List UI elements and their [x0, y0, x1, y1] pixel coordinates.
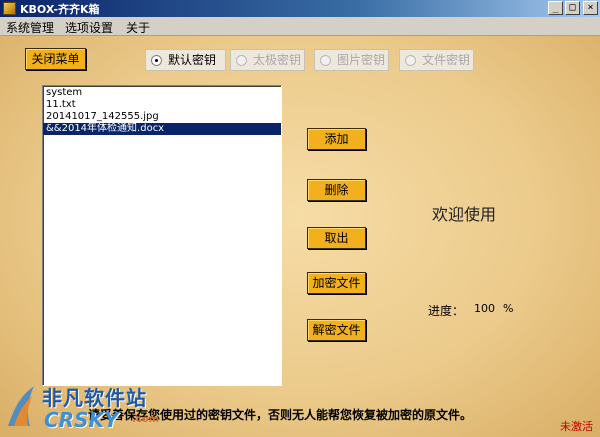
- site-watermark: 非凡软件站 CRSKY .com: [4, 380, 169, 435]
- radio-label: 文件密钥: [422, 53, 471, 67]
- minimize-button[interactable]: _: [548, 1, 563, 15]
- window-title: KBOX-齐齐K箱: [20, 3, 100, 16]
- delete-button[interactable]: 删除: [307, 179, 366, 201]
- encrypt-file-button[interactable]: 加密文件: [307, 272, 366, 294]
- progress-unit: %: [503, 302, 514, 315]
- radio-taiji-key[interactable]: 太极密钥: [230, 49, 305, 71]
- menu-system-management[interactable]: 系统管理: [6, 19, 54, 36]
- progress-label: 进度：: [428, 304, 465, 318]
- list-item[interactable]: 20141017_142555.jpg: [43, 111, 281, 123]
- maximize-button[interactable]: □: [565, 1, 580, 15]
- watermark-logo-icon: [8, 386, 34, 426]
- progress-value: 100: [474, 302, 495, 315]
- radio-dot-icon: [405, 55, 416, 66]
- file-list[interactable]: system 11.txt 20141017_142555.jpg &&2014…: [42, 85, 282, 386]
- retrieve-button[interactable]: 取出: [307, 227, 366, 249]
- close-button[interactable]: ×: [583, 1, 598, 15]
- watermark-cn-text: 非凡软件站: [42, 386, 147, 410]
- radio-dot-icon: [320, 55, 331, 66]
- radio-dot-icon: [236, 55, 247, 66]
- decrypt-file-button[interactable]: 解密文件: [307, 319, 366, 341]
- radio-file-key[interactable]: 文件密钥: [399, 49, 474, 71]
- list-item-selected[interactable]: &&2014年体检通知.docx: [43, 123, 281, 135]
- title-bar: KBOX-齐齐K箱 _ □ ×: [0, 0, 600, 17]
- list-item[interactable]: system: [43, 87, 281, 99]
- watermark-en-text: CRSKY: [44, 408, 119, 432]
- radio-label: 太极密钥: [253, 53, 302, 67]
- radio-label: 默认密钥: [168, 53, 217, 67]
- menu-bar: 系统管理 选项设置 关于: [0, 17, 600, 36]
- welcome-text: 欢迎使用: [432, 205, 497, 224]
- radio-default-key[interactable]: 默认密钥: [145, 49, 226, 71]
- radio-label: 图片密钥: [337, 53, 386, 67]
- close-menu-button[interactable]: 关闭菜单: [25, 48, 86, 70]
- radio-image-key[interactable]: 图片密钥: [314, 49, 389, 71]
- radio-dot-icon: [151, 55, 162, 66]
- menu-options[interactable]: 选项设置: [65, 19, 113, 36]
- menu-about[interactable]: 关于: [126, 19, 150, 36]
- app-icon: [3, 2, 16, 15]
- watermark-dotcom-text: .com: [132, 414, 160, 425]
- add-button[interactable]: 添加: [307, 128, 366, 150]
- list-item[interactable]: 11.txt: [43, 99, 281, 111]
- activation-status[interactable]: 未激活: [560, 418, 593, 434]
